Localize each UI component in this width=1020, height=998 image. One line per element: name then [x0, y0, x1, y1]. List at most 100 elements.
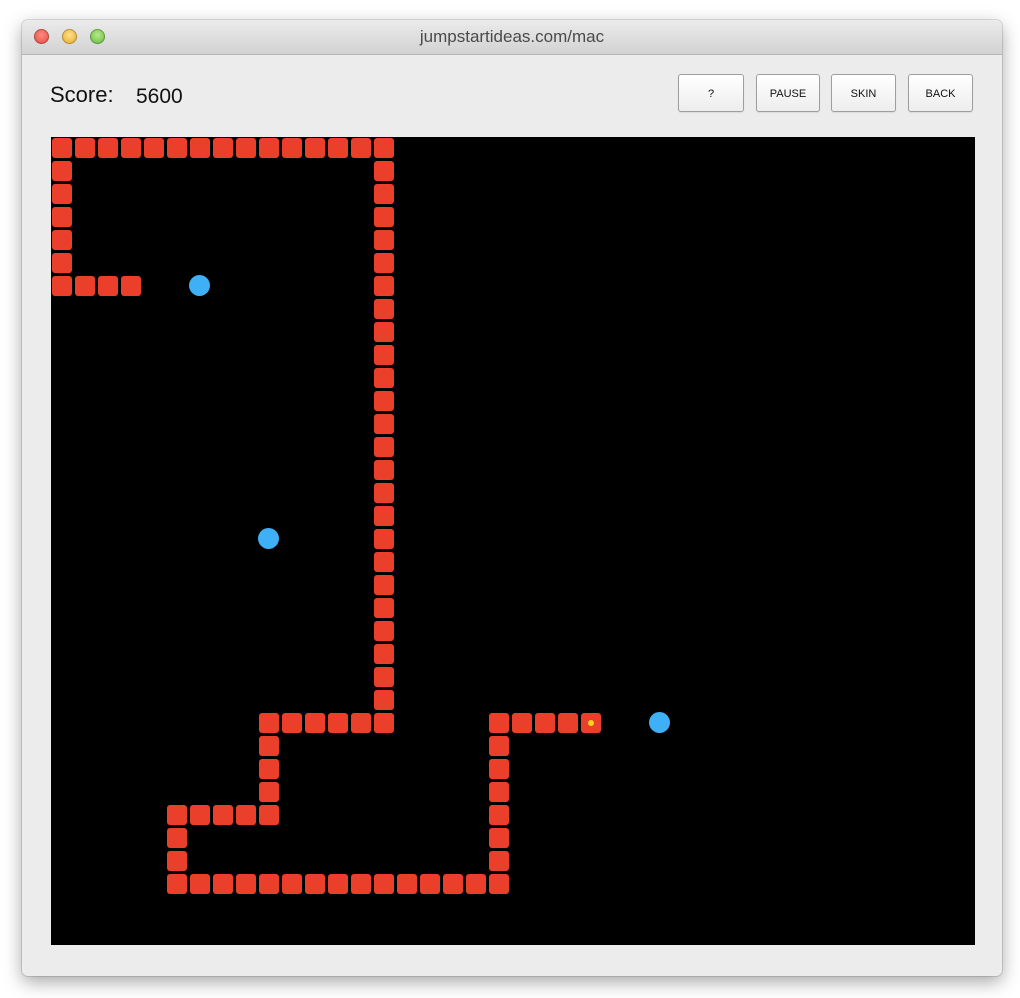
snake-segment: [121, 276, 141, 296]
snake-segment: [190, 874, 210, 894]
snake-segment: [167, 138, 187, 158]
score-label: Score:: [50, 82, 114, 107]
snake-segment: [374, 437, 394, 457]
snake-segment: [374, 230, 394, 250]
snake-segment: [374, 391, 394, 411]
food-dot: [258, 528, 279, 549]
game-board[interactable]: [51, 137, 975, 945]
snake-segment: [374, 253, 394, 273]
snake-segment: [305, 874, 325, 894]
snake-segment: [52, 207, 72, 227]
game-window: jumpstartideas.com/mac Score: 5600 ? PAU…: [22, 20, 1002, 976]
snake-segment: [52, 253, 72, 273]
snake-segment: [374, 529, 394, 549]
snake-segment: [190, 805, 210, 825]
snake-segment: [374, 621, 394, 641]
snake-segment: [466, 874, 486, 894]
snake-segment: [52, 184, 72, 204]
snake-segment: [144, 138, 164, 158]
snake-segment: [374, 138, 394, 158]
snake-segment: [328, 138, 348, 158]
snake-segment: [52, 276, 72, 296]
snake-segment: [374, 690, 394, 710]
snake-segment: [374, 644, 394, 664]
snake-segment: [75, 138, 95, 158]
snake-segment: [328, 713, 348, 733]
food-dot: [649, 712, 670, 733]
snake-segment: [167, 805, 187, 825]
snake-segment: [236, 805, 256, 825]
snake-segment: [489, 759, 509, 779]
snake-segment: [259, 874, 279, 894]
food-dot: [189, 275, 210, 296]
snake-segment: [489, 851, 509, 871]
snake-segment: [52, 161, 72, 181]
snake-segment: [535, 713, 555, 733]
snake-segment: [282, 138, 302, 158]
snake-segment: [374, 207, 394, 227]
snake-segment: [489, 782, 509, 802]
snake-segment: [374, 299, 394, 319]
snake-segment: [213, 138, 233, 158]
snake-segment: [190, 138, 210, 158]
back-button[interactable]: BACK: [908, 74, 973, 112]
snake-segment: [443, 874, 463, 894]
snake-segment: [489, 828, 509, 848]
snake-segment: [374, 713, 394, 733]
snake-head: [581, 713, 601, 733]
snake-segment: [374, 598, 394, 618]
snake-segment: [374, 414, 394, 434]
snake-segment: [282, 874, 302, 894]
title-bar[interactable]: jumpstartideas.com/mac: [22, 20, 1002, 55]
snake-segment: [397, 874, 417, 894]
skin-button[interactable]: SKIN: [831, 74, 896, 112]
snake-segment: [213, 874, 233, 894]
snake-segment: [489, 713, 509, 733]
snake-segment: [52, 138, 72, 158]
snake-segment: [374, 276, 394, 296]
snake-segment: [374, 184, 394, 204]
snake-segment: [236, 138, 256, 158]
snake-segment: [52, 230, 72, 250]
snake-segment: [374, 667, 394, 687]
snake-segment: [374, 874, 394, 894]
snake-segment: [374, 552, 394, 572]
snake-segment: [282, 713, 302, 733]
snake-segment: [75, 276, 95, 296]
snake-segment: [259, 138, 279, 158]
score-value: 5600: [136, 85, 183, 108]
snake-segment: [420, 874, 440, 894]
snake-segment: [121, 138, 141, 158]
snake-segment: [558, 713, 578, 733]
snake-segment: [259, 782, 279, 802]
snake-segment: [328, 874, 348, 894]
snake-segment: [512, 713, 532, 733]
snake-segment: [489, 874, 509, 894]
snake-segment: [374, 575, 394, 595]
help-button[interactable]: ?: [678, 74, 744, 112]
pause-button[interactable]: PAUSE: [756, 74, 820, 112]
snake-head-marker: [588, 720, 594, 726]
snake-segment: [374, 483, 394, 503]
snake-segment: [305, 138, 325, 158]
snake-segment: [374, 345, 394, 365]
snake-segment: [374, 460, 394, 480]
snake-segment: [351, 874, 371, 894]
snake-segment: [374, 368, 394, 388]
snake-segment: [351, 713, 371, 733]
snake-segment: [167, 874, 187, 894]
window-title: jumpstartideas.com/mac: [419, 27, 605, 46]
snake-segment: [259, 736, 279, 756]
snake-segment: [236, 874, 256, 894]
snake-segment: [167, 828, 187, 848]
snake-segment: [305, 713, 325, 733]
snake-segment: [98, 138, 118, 158]
snake-segment: [167, 851, 187, 871]
snake-segment: [374, 506, 394, 526]
snake-segment: [98, 276, 118, 296]
snake-segment: [489, 736, 509, 756]
snake-segment: [259, 759, 279, 779]
snake-segment: [374, 322, 394, 342]
snake-segment: [374, 161, 394, 181]
snake-segment: [259, 805, 279, 825]
